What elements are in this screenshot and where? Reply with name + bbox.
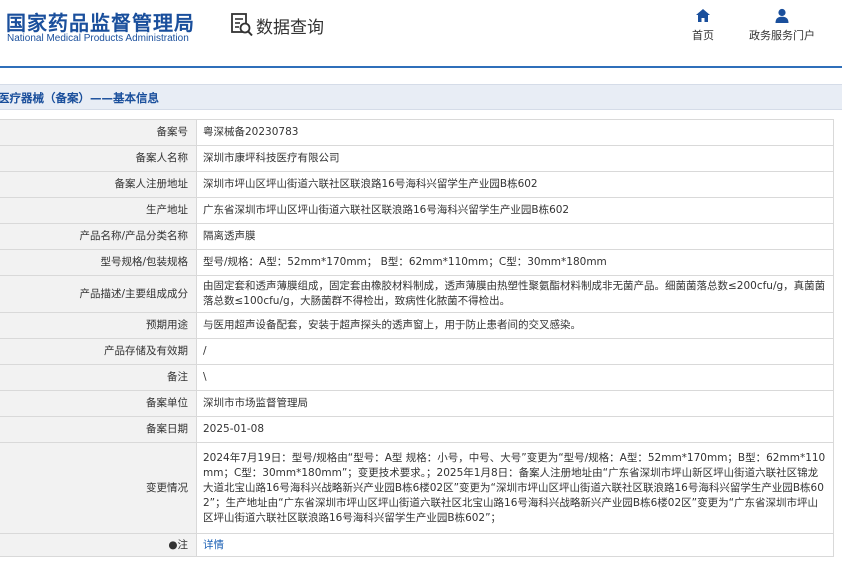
field-value: 广东省深圳市坪山区坪山街道六联社区联浪路16号海科兴留学生产业园B栋602 xyxy=(196,197,834,224)
home-icon xyxy=(696,9,710,22)
field-value: 型号/规格：A型：52mm*170mm； B型：62mm*110mm；C型：30… xyxy=(196,249,834,276)
table-row: 产品存储及有效期 / xyxy=(0,338,834,365)
details-cell: 详情 xyxy=(196,533,834,557)
table-row: 备案人注册地址 深圳市坪山区坪山街道六联社区联浪路16号海科兴留学生产业园B栋6… xyxy=(0,171,834,198)
field-value: 深圳市坪山区坪山街道六联社区联浪路16号海科兴留学生产业园B栋602 xyxy=(196,171,834,198)
field-label: 备案人名称 xyxy=(0,145,197,172)
table-row: ●注 详情 xyxy=(0,533,834,557)
search-document-icon xyxy=(231,13,253,37)
field-value: \ xyxy=(196,364,834,391)
logo-english: National Medical Products Administration xyxy=(7,33,189,44)
field-label: 预期用途 xyxy=(0,312,197,339)
nav-home[interactable]: 首页 xyxy=(692,8,714,43)
table-row: 生产地址 广东省深圳市坪山区坪山街道六联社区联浪路16号海科兴留学生产业园B栋6… xyxy=(0,197,834,224)
field-value: 粤深械备20230783 xyxy=(196,119,834,146)
nav-home-label: 首页 xyxy=(692,29,714,42)
table-row: 备案单位 深圳市市场监督管理局 xyxy=(0,390,834,417)
logo-chinese: 国家药品监督管理局 xyxy=(6,11,195,35)
field-label: ●注 xyxy=(0,533,197,557)
field-label: 产品描述/主要组成成分 xyxy=(0,275,197,313)
table-row: 备注 \ xyxy=(0,364,834,391)
table-row: 变更情况 2024年7月19日：型号/规格由“型号：A型 规格：小号，中号、大号… xyxy=(0,442,834,534)
field-label: 变更情况 xyxy=(0,442,197,534)
field-value: 隔离透声膜 xyxy=(196,223,834,250)
field-value: 2025-01-08 xyxy=(196,416,834,443)
table-row: 预期用途 与医用超声设备配套，安装于超声探头的透声窗上，用于防止患者间的交叉感染… xyxy=(0,312,834,339)
table-row: 产品名称/产品分类名称 隔离透声膜 xyxy=(0,223,834,250)
field-label: 备案日期 xyxy=(0,416,197,443)
field-label: 备案单位 xyxy=(0,390,197,417)
table-row: 产品描述/主要组成成分 由固定套和透声薄膜组成，固定套由橡胶材料制成，透声薄膜由… xyxy=(0,275,834,313)
section-title: 医疗器械（备案）——基本信息 xyxy=(0,91,159,105)
field-label: 型号规格/包装规格 xyxy=(0,249,197,276)
table-row: 备案日期 2025-01-08 xyxy=(0,416,834,443)
field-value: 由固定套和透声薄膜组成，固定套由橡胶材料制成，透声薄膜由热塑性聚氨酯材料制成非无… xyxy=(196,275,834,313)
system-title-group: 数据查询 xyxy=(230,12,324,38)
field-value: / xyxy=(196,338,834,365)
system-title: 数据查询 xyxy=(256,17,324,38)
table-row: 型号规格/包装规格 型号/规格：A型：52mm*170mm； B型：62mm*1… xyxy=(0,249,834,276)
field-label: 产品名称/产品分类名称 xyxy=(0,223,197,250)
field-label: 产品存储及有效期 xyxy=(0,338,197,365)
field-label: 备案人注册地址 xyxy=(0,171,197,198)
header-divider xyxy=(0,66,842,68)
detail-table: 备案号 粤深械备20230783 备案人名称 深圳市康坪科技医疗有限公司 备案人… xyxy=(0,119,834,557)
user-icon xyxy=(775,8,789,23)
field-value: 深圳市康坪科技医疗有限公司 xyxy=(196,145,834,172)
field-label: 备案号 xyxy=(0,119,197,146)
field-value: 2024年7月19日：型号/规格由“型号：A型 规格：小号，中号、大号”变更为“… xyxy=(196,442,834,534)
field-value: 深圳市市场监督管理局 xyxy=(196,390,834,417)
table-row: 备案号 粤深械备20230783 xyxy=(0,119,834,146)
nav-service-portal[interactable]: 政务服务门户 xyxy=(749,8,815,43)
page-header: 国家药品监督管理局 National Medical Products Admi… xyxy=(0,0,842,66)
details-link[interactable]: 详情 xyxy=(203,539,224,551)
section-header: 医疗器械（备案）——基本信息 xyxy=(0,84,842,110)
nav-portal-label: 政务服务门户 xyxy=(749,29,815,42)
table-row: 备案人名称 深圳市康坪科技医疗有限公司 xyxy=(0,145,834,172)
field-label: 生产地址 xyxy=(0,197,197,224)
field-label: 备注 xyxy=(0,364,197,391)
field-value: 与医用超声设备配套，安装于超声探头的透声窗上，用于防止患者间的交叉感染。 xyxy=(196,312,834,339)
